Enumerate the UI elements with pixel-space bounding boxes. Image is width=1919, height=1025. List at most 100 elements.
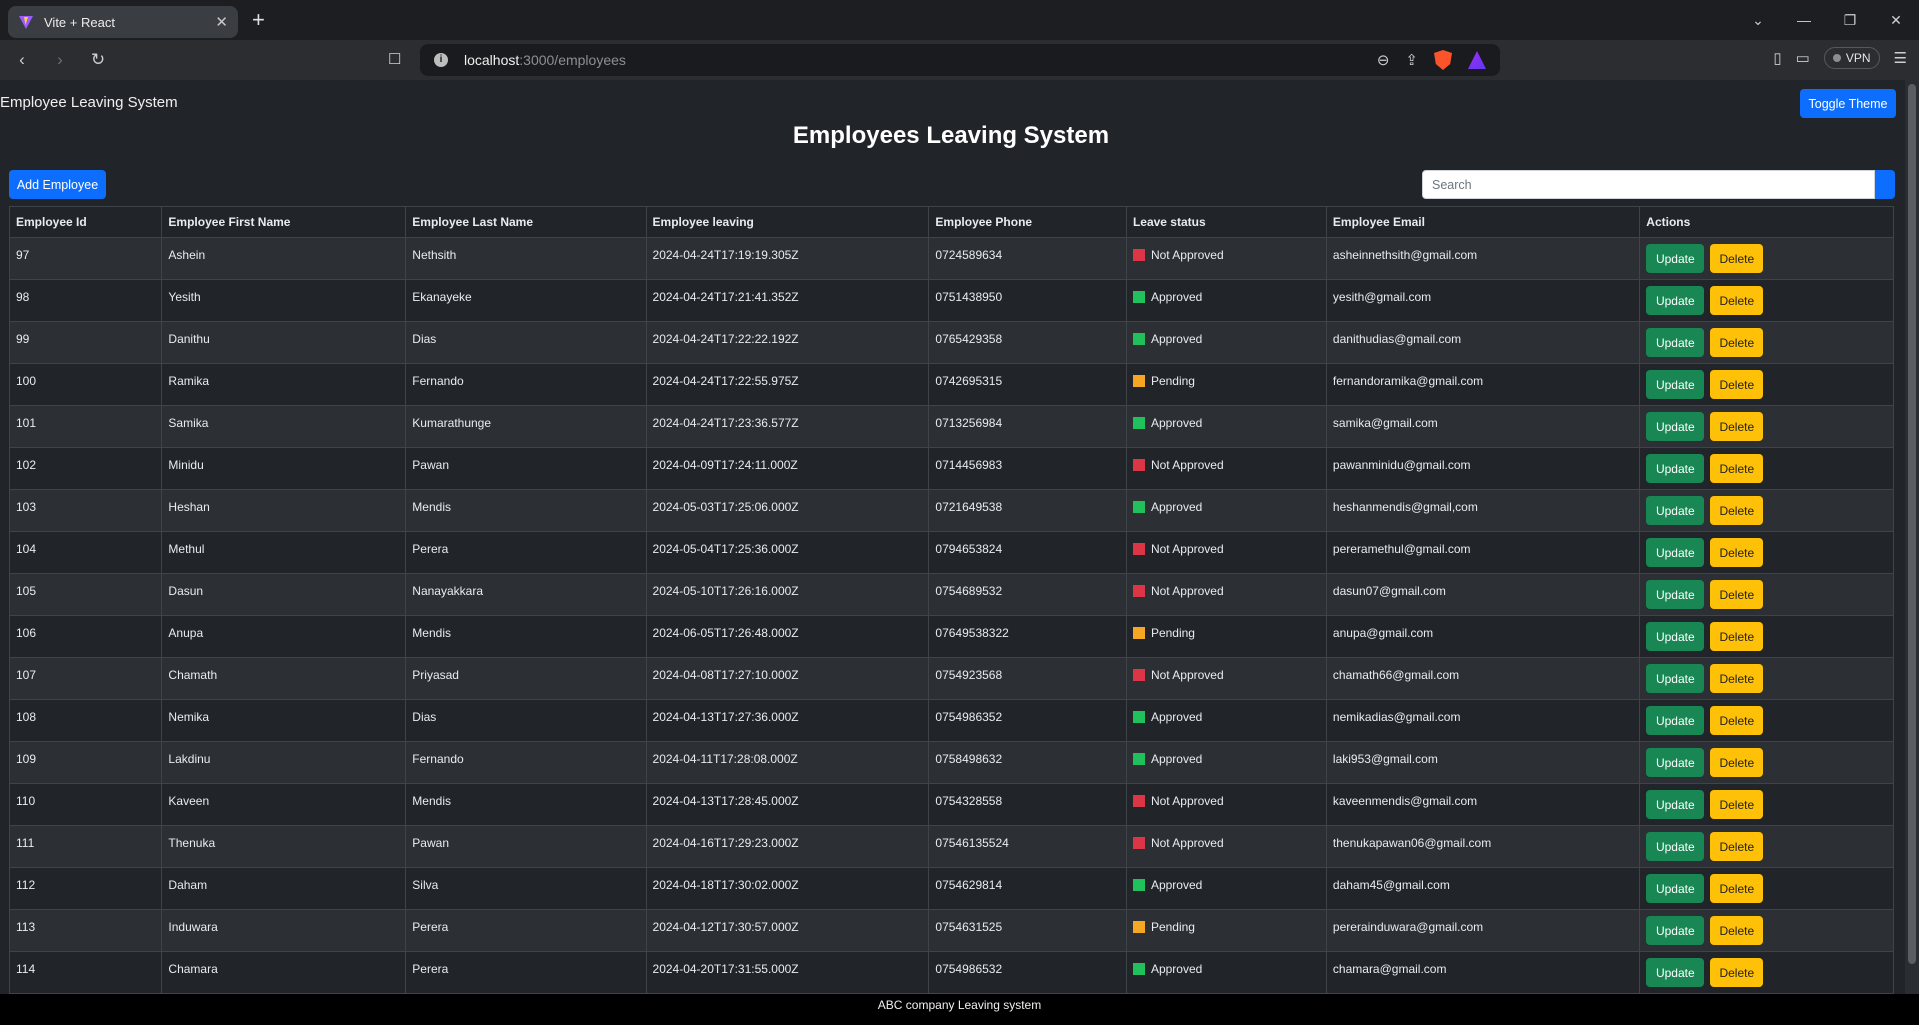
leaving-date-cell: 2024-04-24T17:22:55.975Z: [645, 363, 930, 406]
last-name-cell: Mendis: [405, 489, 647, 532]
toggle-theme-button[interactable]: Toggle Theme: [1800, 89, 1896, 118]
browser-tabbar: Vite + React ✕ + ⌄ — ❐ ✕: [0, 0, 1919, 40]
browser-tab[interactable]: Vite + React ✕: [8, 6, 238, 38]
vpn-button[interactable]: VPN: [1823, 47, 1880, 69]
delete-button[interactable]: Delete: [1710, 706, 1764, 735]
brave-rewards-icon[interactable]: [1468, 51, 1486, 69]
delete-button[interactable]: Delete: [1710, 916, 1764, 945]
leave-status-cell: Not Approved: [1125, 573, 1327, 616]
first-name-cell: Methul: [161, 531, 407, 574]
first-name-cell: Ramika: [161, 363, 407, 406]
bookmark-icon[interactable]: ☐: [388, 50, 401, 68]
status-text: Approved: [1150, 416, 1203, 430]
update-button[interactable]: Update: [1646, 916, 1705, 945]
update-button[interactable]: Update: [1646, 370, 1705, 399]
first-name-cell: Daham: [161, 867, 407, 910]
address-bar[interactable]: i localhost :3000/employees ⊖ ⇪: [420, 44, 1500, 76]
status-indicator-icon: [1132, 501, 1145, 513]
delete-button[interactable]: Delete: [1710, 790, 1764, 819]
delete-button[interactable]: Delete: [1710, 622, 1764, 651]
scrollbar[interactable]: [1905, 80, 1919, 994]
new-tab-icon[interactable]: +: [252, 9, 265, 31]
menu-icon[interactable]: ☰: [1894, 49, 1907, 67]
site-info-icon[interactable]: i: [434, 53, 448, 67]
leave-status-cell: Approved: [1125, 867, 1327, 910]
delete-button[interactable]: Delete: [1710, 580, 1764, 609]
restore-icon[interactable]: ❐: [1827, 12, 1873, 29]
search-button[interactable]: [1875, 170, 1895, 199]
tab-close-icon[interactable]: ✕: [215, 13, 228, 31]
update-button[interactable]: Update: [1646, 790, 1705, 819]
reload-icon[interactable]: ↻: [82, 50, 114, 70]
brave-shields-icon[interactable]: [1434, 50, 1452, 70]
tab-list-chevron-icon[interactable]: ⌄: [1735, 12, 1781, 29]
phone-cell: 0754631525: [928, 909, 1127, 952]
update-button[interactable]: Update: [1646, 622, 1705, 651]
delete-button[interactable]: Delete: [1710, 874, 1764, 903]
update-button[interactable]: Update: [1646, 328, 1705, 357]
status-indicator-icon: [1132, 627, 1145, 639]
status-indicator-icon: [1132, 417, 1145, 429]
employee-id-cell: 113: [8, 909, 163, 952]
delete-button[interactable]: Delete: [1710, 664, 1764, 693]
actions-cell: Update Delete: [1639, 363, 1894, 406]
update-button[interactable]: Update: [1646, 286, 1705, 315]
leave-status-cell: Not Approved: [1125, 531, 1327, 574]
update-button[interactable]: Update: [1646, 706, 1705, 735]
delete-button[interactable]: Delete: [1710, 496, 1764, 525]
update-button[interactable]: Update: [1646, 412, 1705, 441]
update-button[interactable]: Update: [1646, 958, 1705, 987]
search-input[interactable]: [1422, 170, 1875, 199]
scrollbar-thumb[interactable]: [1908, 84, 1916, 964]
update-button[interactable]: Update: [1646, 244, 1705, 273]
status-indicator-icon: [1132, 375, 1145, 387]
leave-status-cell: Approved: [1125, 489, 1327, 532]
delete-button[interactable]: Delete: [1710, 244, 1764, 273]
table-row: 100 Ramika Fernando 2024-04-24T17:22:55.975…: [8, 363, 1894, 406]
leave-status-cell: Approved: [1125, 321, 1327, 364]
add-employee-button[interactable]: Add Employee: [9, 170, 106, 199]
back-icon[interactable]: ‹: [6, 50, 38, 70]
delete-button[interactable]: Delete: [1710, 832, 1764, 861]
delete-button[interactable]: Delete: [1710, 454, 1764, 483]
status-text: Not Approved: [1150, 794, 1224, 808]
update-button[interactable]: Update: [1646, 454, 1705, 483]
employee-id-cell: 97: [8, 237, 163, 280]
delete-button[interactable]: Delete: [1710, 748, 1764, 777]
employee-id-cell: 106: [8, 615, 163, 658]
status-indicator-icon: [1132, 921, 1145, 933]
column-header: Employee leaving: [645, 206, 930, 238]
sidebar-icon[interactable]: ▯: [1773, 49, 1781, 67]
delete-button[interactable]: Delete: [1710, 286, 1764, 315]
navbar-brand[interactable]: Employee Leaving System: [0, 94, 178, 111]
update-button[interactable]: Update: [1646, 874, 1705, 903]
wallet-icon[interactable]: ▭: [1796, 49, 1810, 67]
first-name-cell: Lakdinu: [161, 741, 407, 784]
delete-button[interactable]: Delete: [1710, 412, 1764, 441]
delete-button[interactable]: Delete: [1710, 958, 1764, 987]
update-button[interactable]: Update: [1646, 580, 1705, 609]
leave-status-cell: Not Approved: [1125, 657, 1327, 700]
leaving-date-cell: 2024-05-04T17:25:36.000Z: [645, 531, 930, 574]
update-button[interactable]: Update: [1646, 664, 1705, 693]
last-name-cell: Priyasad: [405, 657, 647, 700]
delete-button[interactable]: Delete: [1710, 538, 1764, 567]
delete-button[interactable]: Delete: [1710, 370, 1764, 399]
delete-button[interactable]: Delete: [1710, 328, 1764, 357]
share-icon[interactable]: ⇪: [1405, 51, 1418, 69]
status-indicator-icon: [1132, 879, 1145, 891]
last-name-cell: Dias: [405, 321, 647, 364]
update-button[interactable]: Update: [1646, 538, 1705, 567]
window-close-icon[interactable]: ✕: [1873, 12, 1919, 29]
minimize-icon[interactable]: —: [1781, 12, 1827, 28]
email-cell: nemikadias@gmail.com: [1325, 699, 1641, 742]
browser-toolbar: ‹ › ↻ ☐ i localhost :3000/employees ⊖ ⇪ …: [0, 40, 1919, 80]
phone-cell: 0721649538: [928, 489, 1127, 532]
update-button[interactable]: Update: [1646, 748, 1705, 777]
leave-status-cell: Not Approved: [1125, 447, 1327, 490]
forward-icon[interactable]: ›: [44, 50, 76, 70]
zoom-icon[interactable]: ⊖: [1377, 51, 1390, 69]
update-button[interactable]: Update: [1646, 832, 1705, 861]
update-button[interactable]: Update: [1646, 496, 1705, 525]
employee-id-cell: 114: [8, 951, 163, 994]
